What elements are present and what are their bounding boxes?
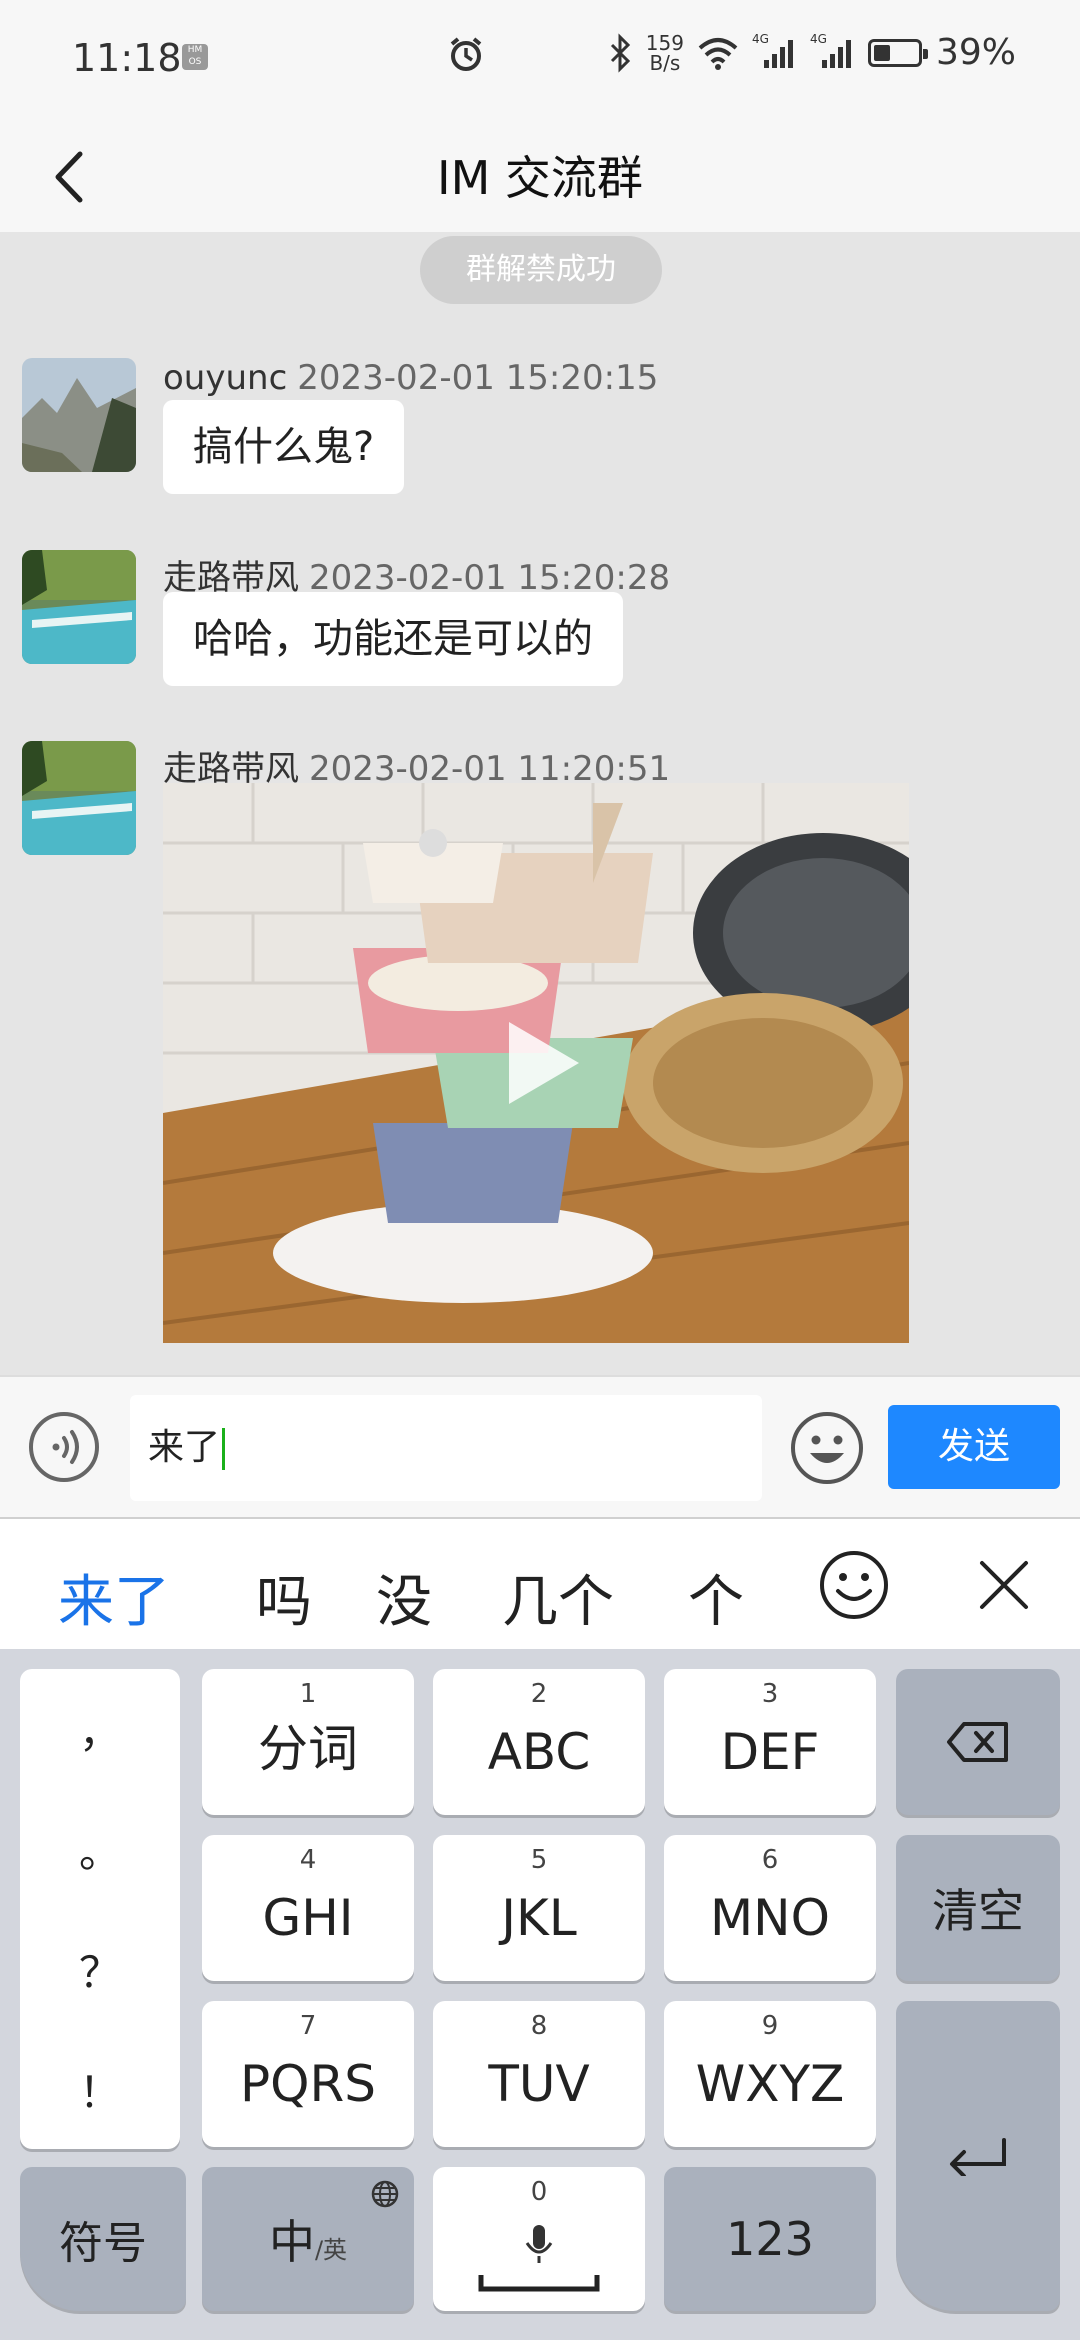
punct-exclaim[interactable]: ！: [20, 2059, 180, 2120]
microphone-icon: [525, 2225, 553, 2263]
key-3[interactable]: 3 DEF: [664, 1669, 876, 1815]
sender-name: ouyunc: [163, 358, 288, 398]
key-6[interactable]: 6 MNO: [664, 1835, 876, 1981]
system-notice: 群解禁成功: [420, 236, 662, 304]
battery-percent: 39%: [935, 32, 1016, 73]
keyboard-emoji-icon[interactable]: [818, 1549, 890, 1621]
candidate-item[interactable]: 几个: [502, 1557, 614, 1638]
message-meta: ouyunc 2023-02-01 15:20:15: [163, 358, 658, 398]
status-bar: 11:18 HM OS 159 B/s 4G 4G 39%: [0, 0, 1080, 118]
text-caret: [222, 1428, 226, 1470]
voice-input-icon[interactable]: [28, 1411, 100, 1483]
language-switch-key[interactable]: 中/英: [202, 2167, 414, 2311]
key-4[interactable]: 4 GHI: [202, 1835, 414, 1981]
avatar-waterfall-image: [22, 550, 136, 664]
battery-level: [873, 44, 891, 61]
keyboard: ， 。 ？ ！ 1 分词 2 ABC 3 DEF 4 GHI 5 JKL 6 MNO 7 PQ…: [0, 1649, 1080, 2340]
space-bar-icon: [478, 2275, 600, 2292]
clear-key[interactable]: 清空: [896, 1835, 1060, 1981]
enter-icon: [950, 2138, 1006, 2176]
close-candidates-icon[interactable]: [978, 1559, 1030, 1611]
hmos-badge: HM OS: [182, 44, 208, 70]
lang-secondary: /英: [314, 2236, 348, 2264]
key-7[interactable]: 7 PQRS: [202, 2001, 414, 2147]
status-right: 159 B/s 4G 4G 39%: [608, 32, 1016, 73]
candidate-bar: 来了 吗 没 几个 个: [0, 1517, 1080, 1651]
candidate-item[interactable]: 没: [376, 1557, 432, 1638]
punct-comma[interactable]: ，: [20, 1699, 180, 1760]
cell-signal-1: 4G: [752, 32, 796, 70]
cell-signal-2: 4G: [810, 32, 854, 70]
lang-primary: 中: [268, 2215, 315, 2269]
candidate-item[interactable]: 来了: [58, 1557, 170, 1638]
avatar[interactable]: [22, 358, 136, 472]
numeric-key[interactable]: 123: [664, 2167, 876, 2311]
backspace-key[interactable]: [896, 1669, 1060, 1815]
key-9[interactable]: 9 WXYZ: [664, 2001, 876, 2147]
message-input[interactable]: 来了: [130, 1395, 762, 1501]
message-bubble[interactable]: 哈哈，功能还是可以的: [163, 592, 623, 686]
battery-icon: [867, 38, 928, 67]
punctuation-column[interactable]: ， 。 ？ ！: [20, 1669, 180, 2149]
key-5[interactable]: 5 JKL: [433, 1835, 645, 1981]
input-bar: 来了 发送: [0, 1375, 1080, 1519]
key-1[interactable]: 1 分词: [202, 1669, 414, 1815]
punct-question[interactable]: ？: [20, 1939, 180, 2000]
key-8[interactable]: 8 TUV: [433, 2001, 645, 2147]
globe-icon: [371, 2180, 399, 2208]
backspace-icon: [947, 1722, 1008, 1762]
net-speed: 159 B/s: [645, 30, 684, 75]
page-title: IM 交流群: [437, 151, 643, 205]
candidate-item[interactable]: 个: [688, 1557, 744, 1638]
message-bubble[interactable]: 搞什么鬼?: [163, 400, 405, 494]
status-time: 11:18: [72, 36, 182, 80]
message-time: 2023-02-01 15:20:15: [297, 358, 659, 398]
avatar[interactable]: [22, 741, 136, 855]
wifi-icon: [698, 37, 738, 70]
key-2[interactable]: 2 ABC: [433, 1669, 645, 1815]
emoji-icon[interactable]: [790, 1411, 864, 1485]
play-icon[interactable]: [503, 1018, 583, 1108]
avatar[interactable]: [22, 550, 136, 664]
symbol-key[interactable]: 符号: [20, 2167, 186, 2311]
punct-period[interactable]: 。: [20, 1819, 180, 1880]
candidate-item[interactable]: 吗: [256, 1557, 312, 1638]
enter-key[interactable]: [896, 2001, 1060, 2311]
send-button[interactable]: 发送: [888, 1405, 1060, 1489]
avatar-mountain-image: [22, 358, 136, 472]
chat-header: IM 交流群: [0, 118, 1080, 232]
message-input-text: 来了: [148, 1427, 221, 1468]
space-key[interactable]: 0: [433, 2167, 645, 2311]
alarm-icon: [450, 37, 482, 71]
avatar-waterfall-image: [22, 741, 136, 855]
bluetooth-icon: [610, 32, 630, 73]
